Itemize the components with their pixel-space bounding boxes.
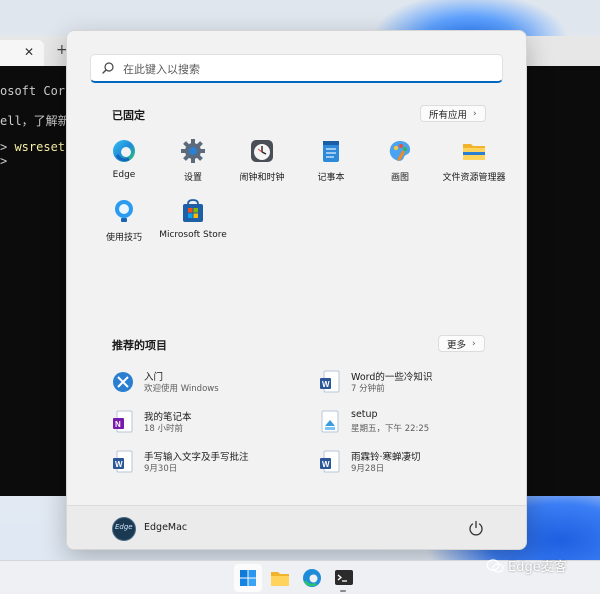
watermark: Edge麦客	[486, 556, 567, 575]
edge-icon	[111, 138, 137, 164]
user-name[interactable]: EdgeMac	[144, 522, 187, 533]
watermark-text: Edge麦客	[508, 560, 567, 575]
app-label: 闹钟和时钟	[239, 173, 285, 183]
chevron-right-icon: ›	[473, 108, 477, 119]
app-label: 记事本	[317, 173, 345, 183]
close-icon[interactable]: ✕	[24, 45, 34, 59]
recommended-item[interactable]: W 雨霖铃·寒蝉凄切 9月28日	[319, 448, 519, 478]
all-apps-label: 所有应用	[429, 109, 468, 121]
get-started-icon	[112, 370, 134, 394]
terminal-icon	[335, 570, 353, 585]
store-icon	[180, 198, 206, 224]
search-icon	[102, 62, 114, 74]
tips-icon	[111, 198, 137, 224]
gear-icon	[180, 138, 206, 164]
chevron-right-icon: ›	[472, 338, 476, 349]
pinned-app-settings[interactable]: 设置	[158, 138, 228, 190]
word-doc-icon: W	[319, 450, 341, 474]
item-subtitle: 7 分钟前	[351, 384, 385, 394]
word-doc-icon: W	[319, 370, 341, 394]
item-subtitle: 9月30日	[144, 464, 178, 474]
recommended-title: 推荐的项目	[112, 339, 167, 352]
pinned-app-store[interactable]: Microsoft Store	[158, 198, 228, 250]
item-subtitle: 9月28日	[351, 464, 385, 474]
app-label: 画图	[390, 173, 409, 183]
start-icon	[240, 570, 256, 586]
item-title: setup	[351, 409, 378, 420]
start-menu: 已固定 所有应用 › Edge	[66, 30, 527, 550]
terminal-prompt: >	[0, 140, 15, 154]
wechat-icon	[486, 558, 504, 573]
item-subtitle: 欢迎使用 Windows	[144, 384, 219, 394]
pinned-app-tips[interactable]: 使用技巧	[89, 198, 159, 250]
app-label: Microsoft Store	[159, 230, 227, 240]
more-label: 更多	[447, 339, 467, 351]
terminal-line: ell，了解新	[0, 114, 70, 128]
recommended-item[interactable]: W Word的一些冷知识 7 分钟前	[319, 368, 519, 398]
notepad-icon	[318, 138, 344, 164]
item-subtitle: 星期五，下午 22:25	[351, 424, 430, 434]
pinned-app-file-explorer[interactable]: 文件资源管理器	[434, 138, 514, 190]
terminal-command: wsreset	[14, 140, 66, 154]
folder-icon	[461, 138, 487, 164]
clock-icon	[249, 138, 275, 164]
running-indicator	[340, 590, 346, 592]
terminal-line: >	[0, 154, 8, 168]
app-label: 设置	[183, 173, 202, 183]
edge-icon	[303, 569, 321, 587]
app-label: Edge	[112, 170, 136, 180]
pinned-app-clock[interactable]: 闹钟和时钟	[227, 138, 297, 190]
item-title: 雨霖铃·寒蝉凄切	[351, 452, 421, 463]
recommended-item[interactable]: W 手写输入文字及手写批注 9月30日	[112, 448, 312, 478]
paint-icon	[387, 138, 413, 164]
pinned-app-notepad[interactable]: 记事本	[296, 138, 366, 190]
more-button[interactable]: 更多 ›	[438, 335, 485, 352]
file-explorer-icon	[271, 572, 289, 586]
pinned-title: 已固定	[112, 109, 145, 122]
pinned-app-paint[interactable]: 画图	[365, 138, 435, 190]
start-footer: Edge EdgeMac	[67, 505, 526, 549]
search-input[interactable]	[121, 58, 495, 80]
app-label: 文件资源管理器	[442, 173, 506, 183]
terminal-tab[interactable]: ✕	[0, 40, 44, 66]
word-doc-icon: W	[112, 450, 134, 474]
taskbar-edge[interactable]	[298, 564, 326, 592]
item-title: Word的一些冷知识	[351, 372, 433, 383]
setup-file-icon	[319, 410, 341, 434]
terminal-line: > wsreset	[0, 140, 65, 154]
svg-text:W: W	[322, 460, 330, 469]
avatar-text: Edge	[115, 523, 133, 531]
all-apps-button[interactable]: 所有应用 ›	[420, 105, 486, 122]
item-title: 我的笔记本	[144, 412, 192, 423]
taskbar-terminal[interactable]	[330, 564, 358, 592]
avatar[interactable]: Edge	[112, 517, 136, 541]
start-button[interactable]	[234, 564, 262, 592]
taskbar-file-explorer[interactable]	[266, 564, 294, 592]
power-icon[interactable]	[467, 519, 485, 537]
svg-text:W: W	[322, 380, 330, 389]
recommended-item[interactable]: 入门 欢迎使用 Windows	[112, 368, 312, 398]
search-box[interactable]	[90, 54, 503, 83]
item-subtitle: 18 小时前	[144, 424, 184, 434]
pinned-app-edge[interactable]: Edge	[89, 138, 159, 190]
app-label: 使用技巧	[105, 233, 142, 243]
svg-text:W: W	[115, 460, 123, 469]
item-title: 手写输入文字及手写批注	[144, 452, 249, 463]
recommended-item[interactable]: setup 星期五，下午 22:25	[319, 408, 519, 438]
recommended-item[interactable]: N 我的笔记本 18 小时前	[112, 408, 312, 438]
item-title: 入门	[144, 372, 164, 383]
svg-text:N: N	[115, 420, 121, 429]
onenote-icon: N	[112, 410, 134, 434]
